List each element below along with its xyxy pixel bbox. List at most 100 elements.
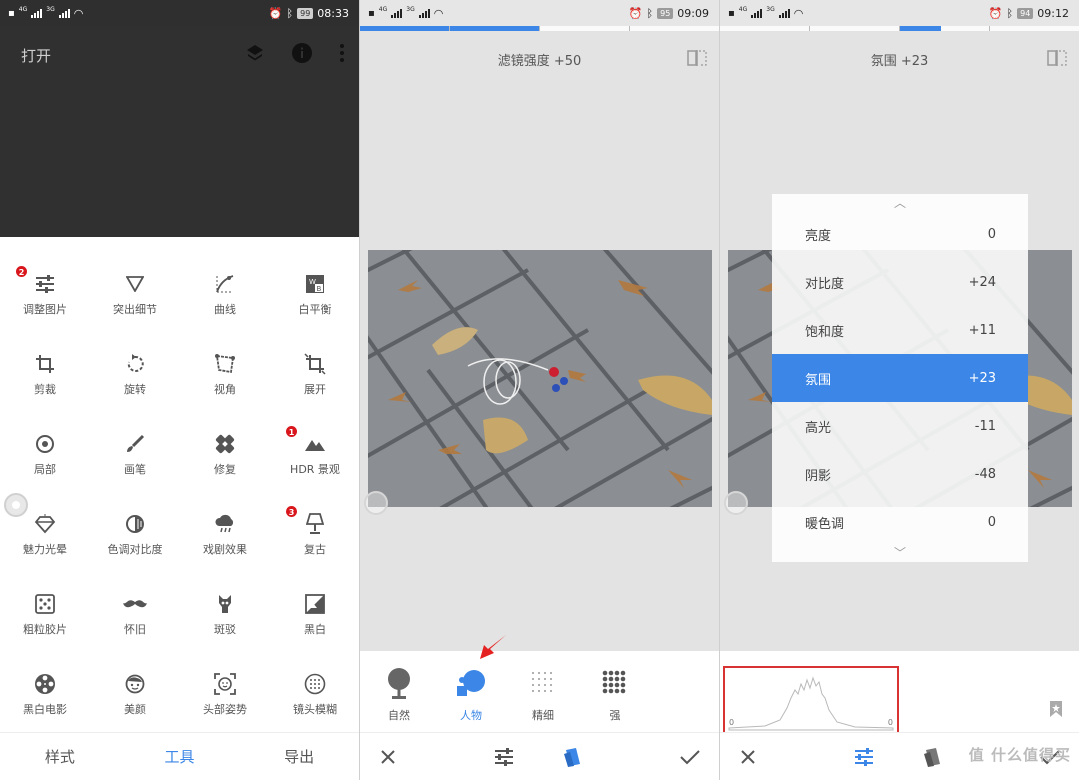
tune-button[interactable]: [492, 745, 516, 769]
styles-icon: [924, 748, 940, 767]
adjustment-row[interactable]: 亮度 0: [772, 210, 1028, 258]
tool-item[interactable]: 展开: [270, 317, 359, 397]
network-type: 4G: [738, 5, 748, 13]
close-icon: [381, 750, 395, 764]
tool-item[interactable]: 剪裁: [0, 317, 90, 397]
tool-item[interactable]: 调整图片 2: [0, 237, 90, 317]
tool-label: 黑白: [304, 623, 326, 636]
more-vert-icon[interactable]: [339, 43, 345, 63]
alarm-icon: ⏰: [628, 6, 643, 20]
compare-icon[interactable]: [1047, 50, 1067, 66]
adjustment-row[interactable]: 氛围 +23: [772, 354, 1028, 402]
tool-item[interactable]: 戏剧效果: [180, 477, 270, 557]
tab-styles[interactable]: 样式: [0, 733, 120, 780]
clock: 08:33: [317, 6, 349, 20]
tool-item[interactable]: 黑白电影: [0, 637, 90, 717]
compare-icon[interactable]: [687, 50, 707, 66]
styles-button[interactable]: [921, 745, 945, 769]
adjustment-row[interactable]: 阴影 -48: [772, 450, 1028, 498]
clock: 09:09: [677, 6, 709, 20]
tool-label: 视角: [214, 383, 236, 396]
signal-icon: [751, 8, 763, 18]
tool-item[interactable]: 黑白: [270, 557, 359, 637]
image-area[interactable]: 打开: [0, 26, 359, 237]
tool-item[interactable]: 画笔: [90, 397, 180, 477]
tab-tools[interactable]: 工具: [120, 733, 240, 780]
layers-icon[interactable]: [245, 43, 265, 63]
tool-item[interactable]: 头部姿势: [180, 637, 270, 717]
tab-export[interactable]: 导出: [239, 733, 359, 780]
tool-item[interactable]: 镜头模糊: [270, 637, 359, 717]
tool-label: 白平衡: [298, 303, 332, 316]
close-button[interactable]: [736, 745, 760, 769]
notification-badge: 1: [285, 425, 298, 438]
signal-icon: [58, 8, 70, 18]
curves-icon: [213, 273, 237, 295]
histogram-min-label: 0: [729, 718, 735, 727]
photo[interactable]: [368, 250, 712, 507]
status-bar: ▪ 4G 3G ◠ ⏰ ᛒ 94 09:12: [720, 0, 1079, 26]
style-strong[interactable]: 强: [585, 665, 645, 723]
lens-blur-icon: [303, 673, 327, 695]
bluetooth-icon: ᛒ: [286, 6, 294, 20]
adjustment-value: +23: [968, 370, 996, 386]
adjustment-row[interactable]: 暖色调 0: [772, 498, 1028, 546]
notification-badge: 2: [15, 265, 28, 278]
tool-item[interactable]: 美颜: [90, 637, 180, 717]
style-portrait[interactable]: 人物: [441, 665, 501, 723]
compare-hold-button[interactable]: [364, 491, 388, 515]
tool-item[interactable]: 色调对比度: [90, 477, 180, 557]
tool-label: 粗粒胶片: [23, 623, 67, 636]
bookmark-icon[interactable]: [1049, 700, 1063, 718]
tool-label: 调整图片: [23, 303, 67, 316]
floating-button[interactable]: [4, 493, 28, 517]
tool-item[interactable]: 复古 3: [270, 477, 359, 557]
tool-item[interactable]: 怀旧: [90, 557, 180, 637]
expand-icon: [303, 353, 327, 375]
cloud-icon: [213, 513, 237, 535]
tool-item[interactable]: 魅力光晕: [0, 477, 90, 557]
style-natural[interactable]: 自然: [369, 665, 429, 723]
tool-item[interactable]: 视角: [180, 317, 270, 397]
tool-item[interactable]: 粗粒胶片: [0, 557, 90, 637]
style-fine[interactable]: 精细: [513, 665, 573, 723]
tool-item[interactable]: 局部: [0, 397, 90, 477]
adjustment-value: 0: [987, 514, 996, 530]
tool-item[interactable]: 修复: [180, 397, 270, 477]
tool-item[interactable]: 突出细节: [90, 237, 180, 317]
tool-item[interactable]: 曲线: [180, 237, 270, 317]
strength-progress: [360, 26, 719, 31]
tool-item[interactable]: 斑驳: [180, 557, 270, 637]
adjustment-row[interactable]: 饱和度 +11: [772, 306, 1028, 354]
tool-label: 画笔: [124, 463, 146, 476]
tool-item[interactable]: W B 白平衡: [270, 237, 359, 317]
mustache-icon: [123, 593, 147, 615]
tonal-contrast-icon: [123, 513, 147, 535]
clock: 09:12: [1037, 6, 1069, 20]
adjustment-row[interactable]: 高光 -11: [772, 402, 1028, 450]
signal-icon: [391, 8, 403, 18]
network-type: 4G: [18, 5, 28, 13]
chevron-up-icon[interactable]: ︿: [772, 194, 1028, 211]
adjustment-value: 0: [987, 226, 996, 242]
open-button[interactable]: 打开: [21, 45, 51, 66]
tune-button[interactable]: [852, 745, 876, 769]
dice-icon: [33, 593, 57, 615]
adjust-screen: ▪ 4G 3G ◠ ⏰ ᛒ 94 09:12 氛围 +23 ︿ 亮度 0 对比度…: [719, 0, 1079, 780]
adjustment-row[interactable]: 对比度 +24: [772, 258, 1028, 306]
styles-button[interactable]: [561, 745, 585, 769]
info-icon[interactable]: [291, 42, 313, 64]
tool-item[interactable]: 旋转: [90, 317, 180, 397]
alarm-icon: ⏰: [268, 6, 283, 20]
grunge-icon: [213, 593, 237, 615]
chevron-down-icon[interactable]: ﹀: [772, 544, 1028, 561]
network-type: 3G: [46, 5, 55, 13]
tool-item[interactable]: HDR 景观 1: [270, 397, 359, 477]
apply-button[interactable]: [678, 745, 702, 769]
svg-text:W: W: [309, 278, 316, 286]
battery-icon: 99: [297, 7, 314, 19]
svg-text:B: B: [317, 285, 322, 293]
compare-hold-button[interactable]: [724, 491, 748, 515]
tool-label: 怀旧: [124, 623, 146, 636]
close-button[interactable]: [376, 745, 400, 769]
